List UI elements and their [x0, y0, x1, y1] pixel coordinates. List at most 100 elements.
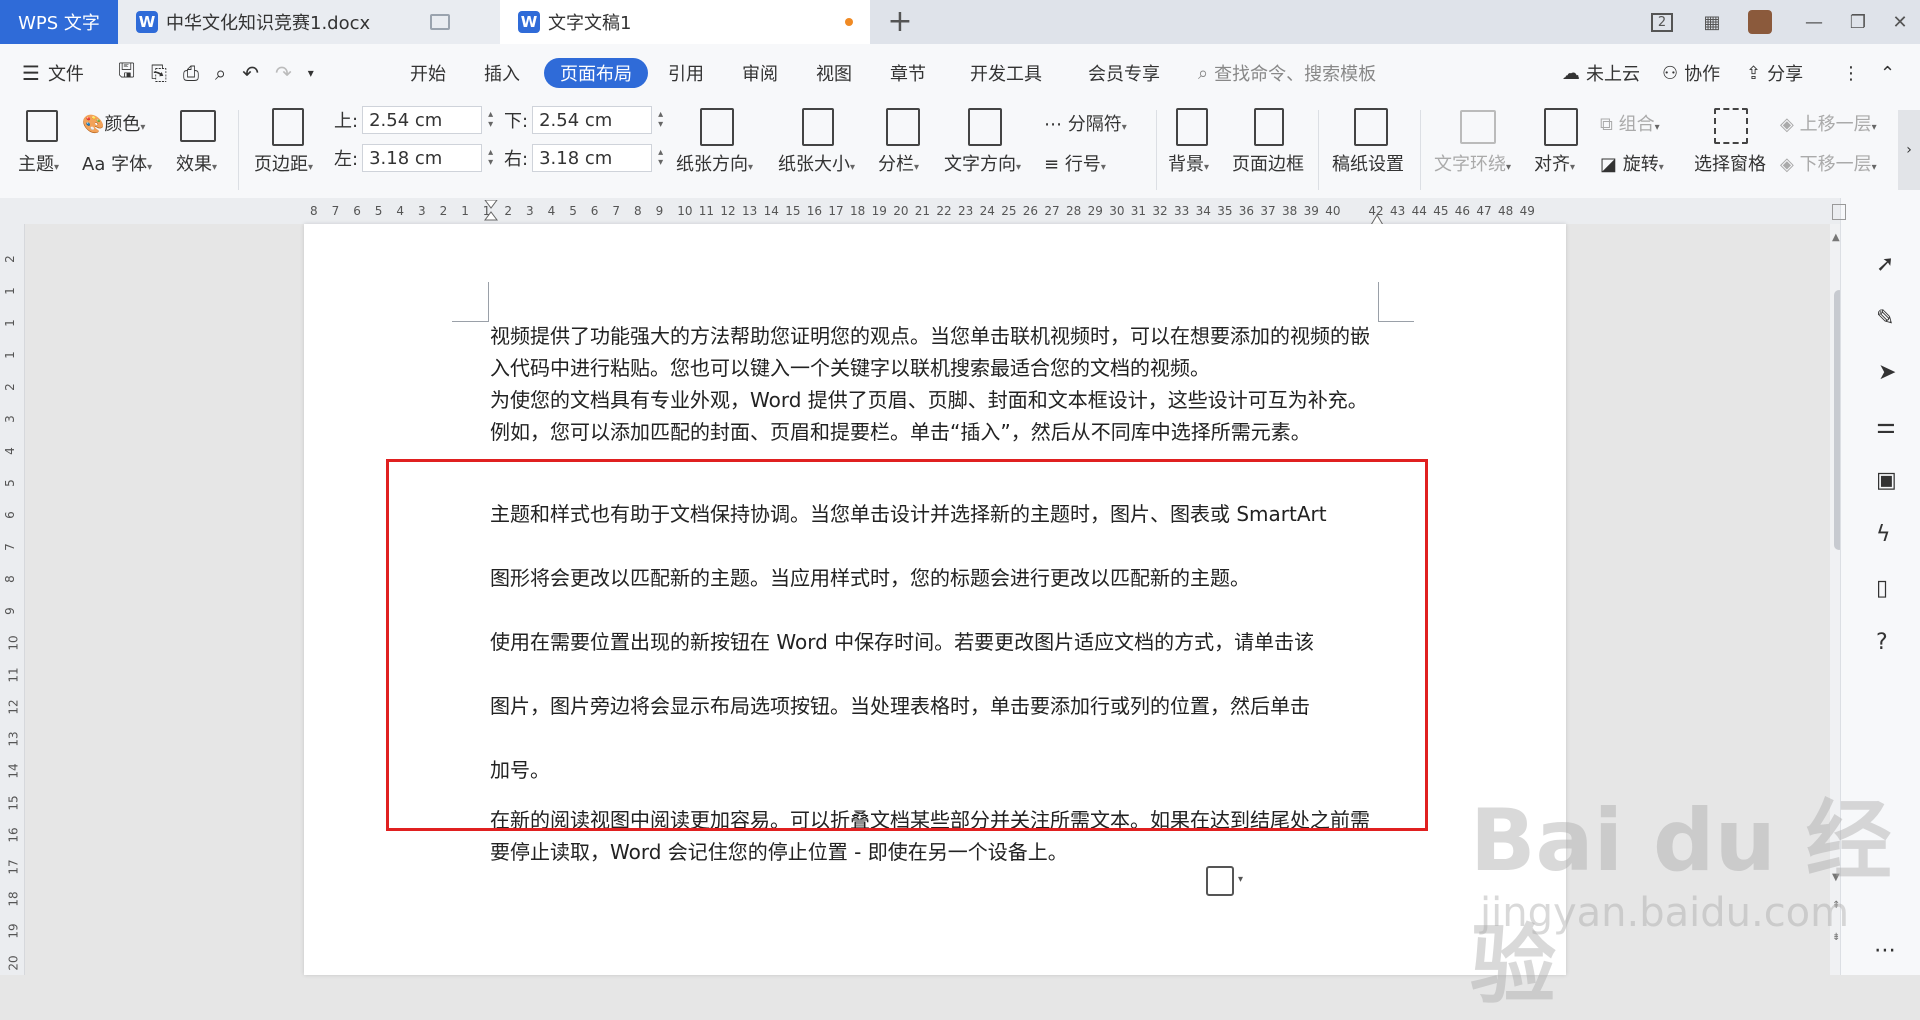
- indent-marker[interactable]: [484, 199, 498, 222]
- minimize-icon: —: [1805, 11, 1823, 33]
- ruler-number: 15: [785, 204, 801, 218]
- grid-view-button[interactable]: ▦: [1690, 0, 1734, 44]
- effect-button[interactable]: 效果▾: [176, 150, 217, 176]
- left-margin-input[interactable]: 3.18 cm: [362, 144, 483, 172]
- cloud-status-button[interactable]: ☁ 未上云: [1562, 58, 1640, 88]
- ruler-number: 25: [1001, 204, 1017, 218]
- right-margin-spinner[interactable]: 右: 3.18 cm ▴ ▾: [504, 143, 663, 173]
- collaborate-button[interactable]: ⚇ 协作: [1662, 58, 1720, 88]
- page-count-button[interactable]: 2: [1640, 0, 1684, 44]
- bottom-margin-spinner[interactable]: 下: 2.54 cm ▴ ▾: [504, 105, 663, 135]
- paragraph-2[interactable]: 为使您的文档具有专业外观，Word 提供了页眉、页脚、封面和文本框设计，这些设计…: [490, 384, 1380, 448]
- ruler-number: 47: [1476, 204, 1492, 218]
- theme-button[interactable]: 主题▾: [18, 150, 59, 176]
- right-margin-input[interactable]: 3.18 cm: [532, 144, 653, 172]
- margins-button[interactable]: 页边距▾: [254, 150, 313, 176]
- separator-button[interactable]: ⋯ 分隔符▾: [1044, 110, 1127, 136]
- paste-options-caret-icon[interactable]: ▾: [1238, 874, 1243, 885]
- vertical-ruler-number: 18: [6, 891, 21, 907]
- background-button[interactable]: 背景▾: [1168, 150, 1209, 176]
- font-button[interactable]: Aa 字体▾: [82, 150, 152, 176]
- paper-size-button[interactable]: 纸张大小▾: [778, 150, 855, 176]
- ruler-number: 38: [1282, 204, 1298, 218]
- tab-view[interactable]: 视图: [816, 58, 852, 88]
- tab-insert[interactable]: 插入: [484, 58, 520, 88]
- cursor-icon[interactable]: ➤: [1878, 360, 1896, 385]
- send-backward-label: 下移一层: [1799, 154, 1872, 175]
- export-icon[interactable]: ⎘: [151, 61, 167, 85]
- collaborate-label: 协作: [1684, 64, 1721, 85]
- left-margin-spinner[interactable]: 左: 3.18 cm ▴ ▾: [334, 143, 493, 173]
- group-button[interactable]: ⧉ 组合▾: [1600, 110, 1660, 136]
- tab-chapter[interactable]: 章节: [890, 58, 926, 88]
- sliders-icon[interactable]: ⚌: [1876, 414, 1896, 439]
- new-tab-button[interactable]: +: [880, 4, 920, 40]
- text-direction-label: 文字方向: [944, 154, 1016, 175]
- customize-icon[interactable]: ▾: [308, 66, 314, 80]
- ribbon-scroll-right-button[interactable]: ›: [1898, 110, 1920, 190]
- top-margin-spinner[interactable]: 上: 2.54 cm ▴ ▾: [334, 105, 493, 135]
- book-icon[interactable]: ▯: [1876, 576, 1888, 601]
- lightning-icon[interactable]: ϟ: [1876, 522, 1891, 547]
- save-icon[interactable]: 🖫: [118, 56, 135, 90]
- spinner-arrows-icon[interactable]: ▴ ▾: [488, 148, 493, 168]
- print-preview-icon[interactable]: ⌕: [215, 61, 226, 85]
- tab-document-2[interactable]: W 文字文稿1: [500, 0, 870, 44]
- rocket-icon[interactable]: ➚: [1876, 252, 1894, 277]
- spinner-arrows-icon[interactable]: ▴ ▾: [658, 110, 663, 130]
- app-tab[interactable]: WPS 文字: [0, 0, 118, 44]
- ruler-number: 27: [1044, 204, 1060, 218]
- align-button[interactable]: 对齐▾: [1534, 150, 1575, 176]
- file-menu[interactable]: ☰ 文件: [22, 58, 84, 88]
- avatar[interactable]: [1738, 0, 1782, 44]
- send-backward-button[interactable]: ◈ 下移一层▾: [1780, 150, 1877, 176]
- redo-icon[interactable]: ↷: [275, 61, 292, 85]
- paragraph-1[interactable]: 视频提供了功能强大的方法帮助您证明您的观点。当您单击联机视频时，可以在想要添加的…: [490, 320, 1380, 384]
- text-wrap-button[interactable]: 文字环绕▾: [1434, 150, 1511, 176]
- tab-document-1[interactable]: W 中华文化知识竞赛1.docx: [118, 0, 500, 44]
- right-indent-marker[interactable]: [1370, 210, 1384, 226]
- orientation-button[interactable]: 纸张方向▾: [676, 150, 753, 176]
- image-edit-icon[interactable]: ▣: [1876, 468, 1897, 493]
- tab-developer[interactable]: 开发工具: [970, 58, 1042, 88]
- spinner-arrows-icon[interactable]: ▴ ▾: [488, 110, 493, 130]
- undo-icon[interactable]: ↶: [242, 61, 259, 85]
- top-margin-input[interactable]: 2.54 cm: [362, 106, 483, 134]
- manuscript-button[interactable]: 稿纸设置: [1332, 150, 1404, 176]
- command-search[interactable]: ⌕ 查找命令、搜索模板: [1198, 58, 1376, 88]
- more-menu-button[interactable]: ⋮: [1842, 58, 1860, 88]
- text-direction-button[interactable]: 文字方向▾: [944, 150, 1021, 176]
- columns-button[interactable]: 分栏▾: [878, 150, 919, 176]
- restore-button[interactable]: ❐: [1836, 0, 1880, 44]
- page-border-button[interactable]: 页面边框: [1232, 150, 1304, 176]
- tab-references[interactable]: 引用: [668, 58, 704, 88]
- unsaved-indicator: [845, 18, 853, 26]
- tab-page-layout[interactable]: 页面布局: [544, 58, 648, 88]
- print-icon[interactable]: ⎙: [183, 61, 199, 85]
- tab-member[interactable]: 会员专享: [1088, 58, 1160, 88]
- select-pane-button[interactable]: 选择窗格: [1694, 150, 1766, 176]
- share-button[interactable]: ⇪ 分享: [1746, 58, 1803, 88]
- collaborate-icon: ⚇: [1662, 62, 1679, 84]
- line-number-icon: ≡: [1044, 154, 1065, 175]
- tab-start[interactable]: 开始: [410, 58, 446, 88]
- font-icon: Aa: [82, 154, 112, 175]
- rotate-button[interactable]: ◪ 旋转▾: [1600, 150, 1664, 176]
- color-label: 颜色: [104, 114, 141, 135]
- bring-forward-icon: ◈: [1780, 114, 1800, 135]
- pen-icon[interactable]: ✎: [1876, 306, 1894, 331]
- bring-forward-button[interactable]: ◈ 上移一层▾: [1780, 110, 1877, 136]
- help-icon[interactable]: ?: [1876, 630, 1888, 655]
- line-number-button[interactable]: ≡ 行号▾: [1044, 150, 1106, 176]
- color-button[interactable]: 🎨颜色▾: [82, 110, 145, 136]
- paste-options-icon[interactable]: [1206, 866, 1234, 896]
- spinner-arrows-icon[interactable]: ▴ ▾: [658, 148, 663, 168]
- monitor-icon: [430, 14, 450, 30]
- scroll-up-icon[interactable]: ▲: [1832, 232, 1840, 243]
- bottom-margin-input[interactable]: 2.54 cm: [532, 106, 653, 134]
- tab-review[interactable]: 审阅: [742, 58, 778, 88]
- close-button[interactable]: ✕: [1878, 0, 1920, 44]
- collapse-ribbon-button[interactable]: ⌃: [1880, 58, 1895, 88]
- minimize-button[interactable]: —: [1792, 0, 1836, 44]
- ruler-toggle-icon[interactable]: [1832, 204, 1846, 220]
